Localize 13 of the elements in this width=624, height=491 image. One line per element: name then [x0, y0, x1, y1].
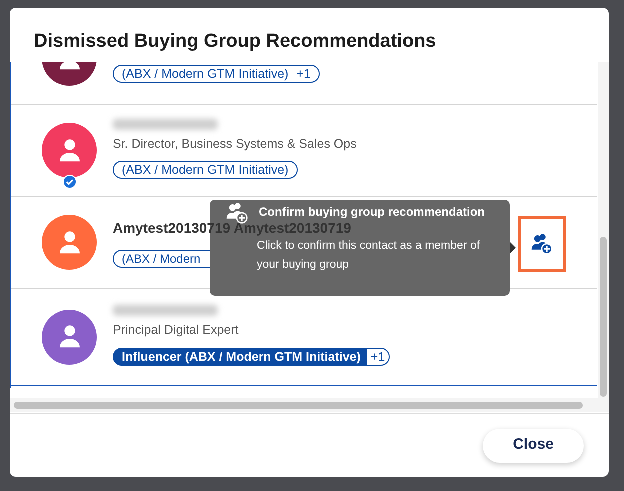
contact-title: Principal Digital Expert	[113, 322, 240, 340]
tooltip-title: Confirm buying group recommendation	[259, 205, 486, 219]
contact-title: Sr. Director, Business Systems & Sales Ops	[113, 136, 357, 153]
vertical-scrollbar[interactable]	[598, 62, 609, 398]
close-button[interactable]: Close	[483, 428, 584, 462]
role-tag: (ABX / Modern GTM Initiative)	[113, 161, 298, 180]
add-people-icon	[530, 233, 554, 255]
add-to-group-button[interactable]	[518, 216, 566, 272]
horizontal-scrollbar[interactable]	[10, 398, 609, 412]
role-tag: Influencer (ABX / Modern GTM Initiative) +1	[113, 348, 390, 366]
role-tag: (ABX / Modern GTM Initiative) +1	[113, 65, 320, 83]
tooltip-text: Click to confirm this contact as a member of your buying group	[257, 239, 482, 273]
dialog-title: Dismissed Buying Group Recommendations	[34, 32, 438, 51]
